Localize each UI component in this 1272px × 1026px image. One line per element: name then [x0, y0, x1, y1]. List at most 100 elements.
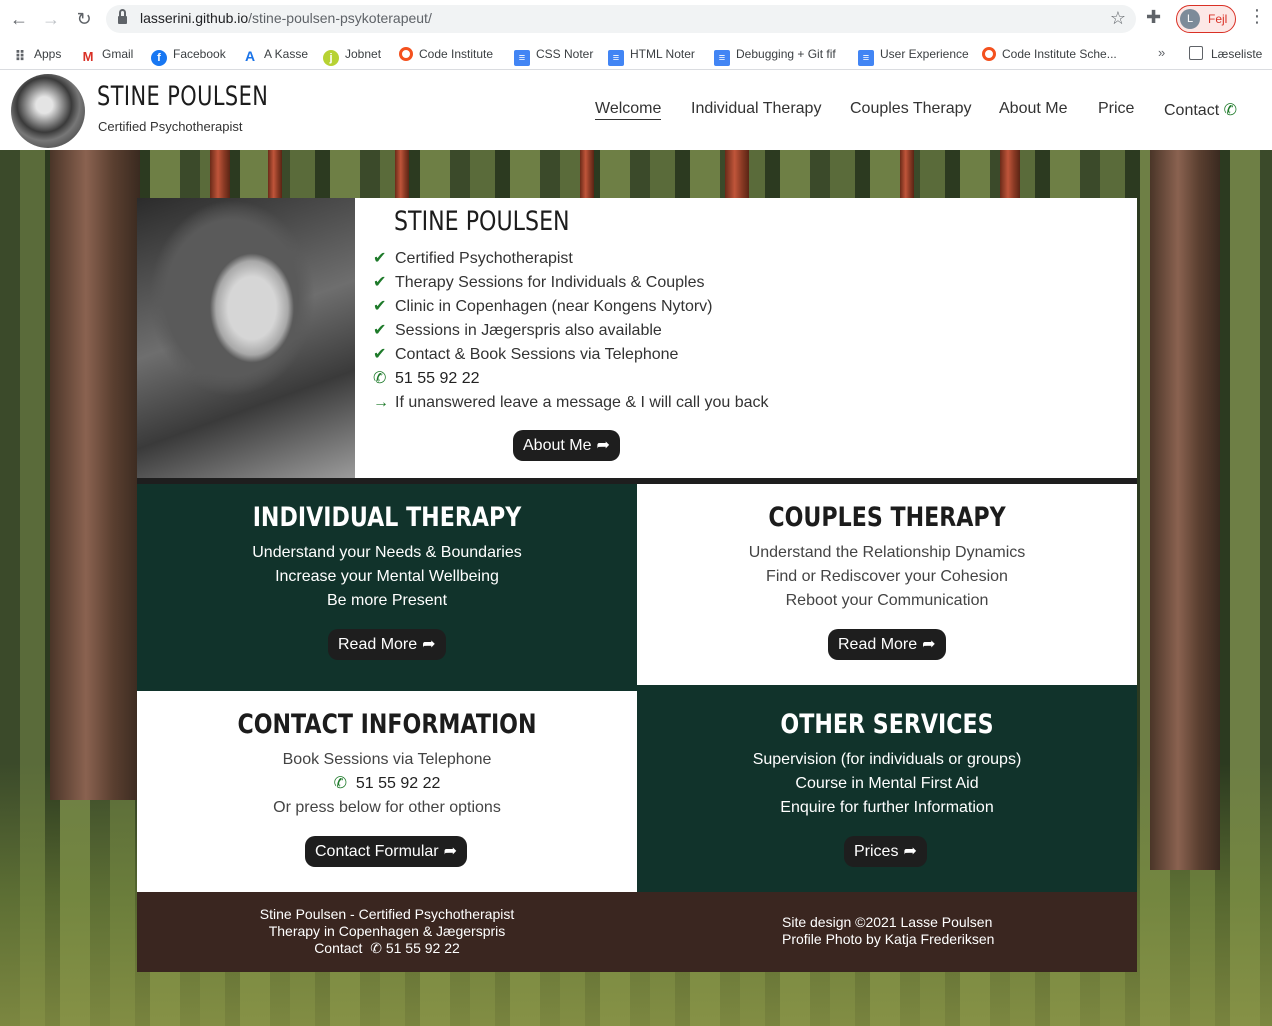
- tree-trunk: [50, 150, 140, 800]
- docs-icon: ≡: [608, 50, 624, 66]
- phone-number[interactable]: ✆ 51 55 92 22: [373, 367, 769, 391]
- bookmark-css-noter[interactable]: ≡ CSS Noter: [514, 44, 593, 66]
- code-institute-icon: [399, 47, 413, 61]
- card-title: COUPLES THERAPY: [768, 502, 1006, 533]
- nav-individual-therapy[interactable]: Individual Therapy: [691, 100, 821, 118]
- jobnet-icon: j: [323, 50, 339, 66]
- share-arrow-icon: ➦: [422, 636, 436, 653]
- prices-button[interactable]: Prices ➦: [844, 836, 927, 867]
- card-line: Enquire for further Information: [780, 799, 994, 816]
- extensions-puzzle-icon[interactable]: ✚: [1146, 7, 1161, 28]
- site-header: STINE POULSEN Certified Psychotherapist …: [0, 71, 1272, 150]
- list-item: ✔ Clinic in Copenhagen (near Kongens Nyto…: [373, 295, 769, 319]
- card-line: Course in Mental First Aid: [795, 775, 979, 792]
- apps-grid-icon: ⠿: [14, 48, 26, 64]
- tree-trunk: [725, 150, 749, 200]
- arrow-right-icon: →: [373, 394, 389, 411]
- intro-list: ✔ Certified Psychotherapist ✔ Therapy Sess…: [373, 247, 769, 415]
- share-arrow-icon: ➦: [443, 843, 457, 860]
- card-line: Be more Present: [326, 592, 448, 609]
- footer-line: Site design ©2021 Lasse Poulsen: [782, 914, 993, 930]
- portrait-photo: [137, 198, 355, 478]
- other-services-card: OTHER SERVICES Supervision (for individu…: [637, 685, 1137, 892]
- gmail-icon: M: [80, 49, 96, 65]
- card-line: Book Sessions via Telephone: [282, 751, 492, 768]
- nav-welcome[interactable]: Welcome: [595, 100, 662, 120]
- card-title: INDIVIDUAL THERAPY: [252, 502, 522, 533]
- phone-icon: ✆: [373, 370, 387, 387]
- list-item: ✔ Certified Psychotherapist: [373, 247, 769, 271]
- footer-left: Stine Poulsen - Certified Psychotherapis…: [137, 906, 637, 957]
- footer-line: Stine Poulsen - Certified Psychotherapis…: [259, 906, 515, 922]
- check-icon: ✔: [373, 274, 387, 291]
- facebook-icon: f: [151, 50, 167, 66]
- browser-toolbar: ← → ↻ lasserini.github.io/stine-poulsen-…: [0, 0, 1272, 38]
- check-icon: ✔: [373, 346, 387, 363]
- avatar: L: [1180, 9, 1200, 29]
- share-arrow-icon: ➦: [903, 843, 917, 860]
- phone-number[interactable]: ✆ 51 55 92 22: [137, 772, 637, 796]
- reload-icon[interactable]: ↻: [73, 8, 95, 30]
- brand-name[interactable]: STINE POULSEN: [97, 81, 268, 112]
- footer-contact[interactable]: Contact ✆ 51 55 92 22: [137, 940, 637, 957]
- bookmark-jobnet[interactable]: j Jobnet: [323, 44, 381, 66]
- card-line: Understand your Needs & Boundaries: [252, 544, 522, 561]
- read-more-button[interactable]: Read More ➦: [828, 629, 946, 660]
- individual-therapy-card: INDIVIDUAL THERAPY Understand your Needs…: [137, 484, 637, 691]
- list-item: ✔ Therapy Sessions for Individuals & Coup…: [373, 271, 769, 295]
- akasse-icon: A: [244, 48, 256, 64]
- bookmark-facebook[interactable]: f Facebook: [151, 44, 226, 66]
- check-icon: ✔: [373, 250, 387, 267]
- read-more-button[interactable]: Read More ➦: [328, 629, 446, 660]
- footer-line: Therapy in Copenhagen & Jægerspris: [268, 923, 506, 939]
- docs-icon: ≡: [858, 50, 874, 66]
- about-me-button[interactable]: About Me ➦: [513, 430, 620, 461]
- more-bookmarks-button[interactable]: »: [1158, 45, 1165, 60]
- bookmark-gmail[interactable]: M Gmail: [80, 44, 133, 65]
- profile-status: Fejl: [1208, 12, 1228, 26]
- nav-price[interactable]: Price: [1098, 100, 1134, 118]
- reading-list-icon: [1189, 46, 1203, 60]
- contact-formular-button[interactable]: Contact Formular ➦: [305, 836, 467, 867]
- forward-icon[interactable]: →: [40, 8, 62, 30]
- lock-icon: [118, 9, 127, 24]
- back-icon[interactable]: ←: [8, 8, 30, 30]
- bookmark-code-institute-schedule[interactable]: Code Institute Sche...: [982, 44, 1117, 64]
- nav-couples-therapy[interactable]: Couples Therapy: [850, 100, 972, 118]
- tree-trunk: [1150, 150, 1220, 870]
- bookmark-html-noter[interactable]: ≡ HTML Noter: [608, 44, 695, 66]
- nav-contact[interactable]: Contact ✆: [1164, 100, 1237, 120]
- bookmark-debugging[interactable]: ≡ Debugging + Git fif: [714, 44, 836, 66]
- list-item: ✔ Sessions in Jægerspris also available: [373, 319, 769, 343]
- menu-kebab-icon[interactable]: ⋮: [1248, 6, 1266, 27]
- card-line: Find or Rediscover your Cohesion: [766, 568, 1008, 585]
- address-bar[interactable]: lasserini.github.io/stine-poulsen-psykot…: [106, 5, 1136, 33]
- profile-photo-logo[interactable]: [11, 74, 85, 148]
- url-path: /stine-poulsen-psykoterapeut/: [248, 10, 432, 26]
- phone-icon: ✆: [370, 940, 382, 956]
- share-arrow-icon: ➦: [596, 437, 610, 454]
- card-line: Increase your Mental Wellbeing: [275, 568, 499, 585]
- bookmark-user-experience[interactable]: ≡ User Experience: [858, 44, 969, 66]
- bookmark-star-icon[interactable]: ☆: [1110, 8, 1126, 29]
- list-item: → If unanswered leave a message & I will …: [373, 391, 769, 415]
- docs-icon: ≡: [714, 50, 730, 66]
- bookmark-akasse[interactable]: AA Kasse: [242, 44, 308, 64]
- docs-icon: ≡: [514, 50, 530, 66]
- nav-about-me[interactable]: About Me: [999, 100, 1067, 118]
- profile-button[interactable]: L Fejl: [1176, 5, 1236, 33]
- check-icon: ✔: [373, 298, 387, 315]
- tree-trunk: [1000, 150, 1020, 200]
- intro-title: STINE POULSEN: [394, 206, 570, 237]
- card-title: CONTACT INFORMATION: [237, 709, 537, 740]
- reading-list-button[interactable]: Læseliste: [1189, 44, 1262, 64]
- site-footer: Stine Poulsen - Certified Psychotherapis…: [137, 892, 1137, 972]
- bookmark-code-institute[interactable]: Code Institute: [399, 44, 493, 64]
- share-arrow-icon: ➦: [922, 636, 936, 653]
- bookmark-apps[interactable]: ⠿ Apps: [12, 44, 62, 64]
- card-line: Or press below for other options: [273, 799, 501, 816]
- card-title: OTHER SERVICES: [780, 709, 994, 740]
- card-line: Understand the Relationship Dynamics: [748, 544, 1026, 561]
- brand-subtitle: Certified Psychotherapist: [98, 119, 243, 134]
- tree-trunk: [268, 150, 282, 200]
